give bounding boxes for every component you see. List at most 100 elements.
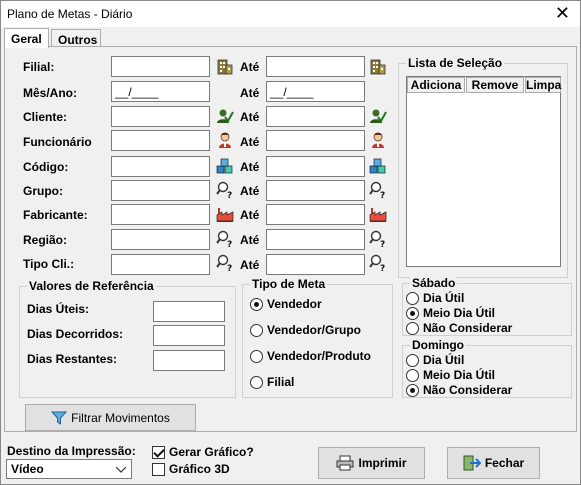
dialog-window: Plano de Metas - Diário ✕ Geral Outros F… (0, 0, 581, 485)
saturday-meio-dia-util-label: Meio Dia Útil (423, 306, 496, 320)
gerar-grafico-label: Gerar Gráfico? (169, 445, 254, 459)
funnel-icon (51, 411, 68, 425)
funcionario-to-input[interactable] (266, 130, 365, 151)
tipo-cli-to-input[interactable] (266, 254, 365, 275)
svg-text:?: ? (227, 191, 232, 199)
magnifier-question-icon[interactable]: ? (216, 181, 234, 199)
cliente-to-input[interactable] (266, 106, 365, 127)
svg-text:?: ? (227, 240, 232, 248)
user-check-icon[interactable] (216, 107, 234, 125)
filial-label: Filial: (23, 60, 55, 74)
person-icon[interactable] (216, 131, 234, 149)
goal-vendedor-produto-radio[interactable]: Vendedor/Produto (250, 349, 371, 363)
radio-empty-icon (250, 375, 263, 389)
saturday-dia-util-radio[interactable]: Dia Útil (406, 291, 464, 305)
list-remove-button[interactable]: Remove (466, 77, 524, 93)
goal-vendedor-produto-label: Vendedor/Produto (267, 349, 372, 363)
regiao-ate-label: Até (240, 233, 260, 247)
sunday-nao-considerar-radio[interactable]: Não Considerar (406, 383, 512, 397)
goal-vendedor-grupo-label: Vendedor/Grupo (267, 323, 362, 337)
mes-ano-label: Mês/Ano: (23, 86, 77, 100)
factory-icon[interactable] (369, 205, 387, 223)
saturday-group: Sábado Dia Útil Meio Dia Útil Não Consid… (402, 276, 572, 336)
dias-uteis-label: Dias Úteis: (27, 302, 90, 316)
codigo-from-input[interactable] (111, 156, 210, 177)
cliente-label: Cliente: (23, 110, 68, 124)
print-destination-label: Destino da Impressão: (7, 444, 136, 458)
svg-text:?: ? (380, 240, 385, 248)
fabricante-from-input[interactable] (111, 204, 210, 225)
window-title: Plano de Metas - Diário (7, 7, 133, 21)
radio-empty-icon (406, 321, 419, 335)
boxes-icon[interactable] (369, 157, 387, 175)
tab-geral[interactable]: Geral (4, 28, 49, 48)
sunday-meio-dia-util-radio[interactable]: Meio Dia Útil (406, 368, 495, 382)
goal-vendedor-radio[interactable]: Vendedor (250, 297, 322, 311)
saturday-dia-util-label: Dia Útil (423, 291, 465, 305)
dias-restantes-label: Dias Restantes: (27, 352, 118, 366)
radio-empty-icon (250, 349, 263, 363)
magnifier-question-icon[interactable]: ? (369, 181, 387, 199)
gerar-grafico-checkbox[interactable]: Gerar Gráfico? (152, 445, 254, 459)
grupo-from-input[interactable] (111, 180, 210, 201)
saturday-meio-dia-util-radio[interactable]: Meio Dia Útil (406, 306, 495, 320)
print-label: Imprimir (358, 456, 407, 470)
person-icon[interactable] (369, 131, 387, 149)
magnifier-question-icon[interactable]: ? (369, 230, 387, 248)
grupo-label: Grupo: (23, 184, 63, 198)
tipo-cli-label: Tipo Cli.: (23, 257, 75, 271)
grupo-to-input[interactable] (266, 180, 365, 201)
goal-type-title: Tipo de Meta (250, 277, 328, 291)
svg-text:?: ? (380, 264, 385, 272)
user-check-icon[interactable] (369, 107, 387, 125)
fabricante-to-input[interactable] (266, 204, 365, 225)
print-button[interactable]: Imprimir (318, 447, 425, 479)
building-icon[interactable] (369, 58, 387, 76)
sunday-dia-util-radio[interactable]: Dia Útil (406, 353, 464, 367)
reference-values-title: Valores de Referência (27, 279, 156, 293)
radio-empty-icon (406, 353, 419, 367)
dias-uteis-input[interactable] (153, 301, 225, 322)
selection-list-box[interactable]: Adiciona Remove Limpa (406, 76, 561, 267)
close-window-button[interactable]: ✕ (555, 3, 570, 23)
list-add-button[interactable]: Adiciona (407, 77, 465, 93)
dias-restantes-input[interactable] (153, 350, 225, 371)
tab-panel-geral: Filial: Até Mês/Ano: Até Cliente: (4, 46, 577, 432)
factory-icon[interactable] (216, 205, 234, 223)
regiao-from-input[interactable] (111, 229, 210, 250)
grafico-3d-checkbox[interactable]: Gráfico 3D (152, 462, 230, 476)
dias-decorridos-label: Dias Decorridos: (27, 327, 124, 341)
codigo-to-input[interactable] (266, 156, 365, 177)
radio-empty-icon (406, 291, 419, 305)
filial-to-input[interactable] (266, 56, 365, 77)
saturday-nao-considerar-radio[interactable]: Não Considerar (406, 321, 512, 335)
goal-type-group: Tipo de Meta Vendedor Vendedor/Grupo Ven… (242, 277, 393, 398)
close-button[interactable]: Fechar (447, 447, 540, 479)
reference-values-group: Valores de Referência Dias Úteis: Dias D… (19, 279, 236, 398)
goal-filial-radio[interactable]: Filial (250, 375, 294, 389)
mes-ano-to-input[interactable] (266, 81, 365, 102)
printer-icon (336, 455, 354, 471)
radio-empty-icon (406, 368, 419, 382)
regiao-to-input[interactable] (266, 229, 365, 250)
mes-ano-from-input[interactable] (111, 81, 210, 102)
filter-movements-button[interactable]: Filtrar Movimentos (25, 404, 196, 431)
checkbox-empty-icon (152, 462, 165, 476)
goal-vendedor-grupo-radio[interactable]: Vendedor/Grupo (250, 323, 361, 337)
magnifier-question-icon[interactable]: ? (216, 254, 234, 272)
tab-outros[interactable]: Outros (51, 29, 101, 47)
building-icon[interactable] (216, 58, 234, 76)
filial-from-input[interactable] (111, 56, 210, 77)
boxes-icon[interactable] (216, 157, 234, 175)
exit-icon (463, 455, 481, 471)
print-destination-select[interactable]: Vídeo (6, 459, 132, 479)
magnifier-question-icon[interactable]: ? (369, 254, 387, 272)
mes-ano-ate-label: Até (240, 86, 260, 100)
funcionario-from-input[interactable] (111, 130, 210, 151)
magnifier-question-icon[interactable]: ? (216, 230, 234, 248)
sunday-meio-dia-util-label: Meio Dia Útil (423, 368, 496, 382)
list-clear-button[interactable]: Limpa (525, 77, 561, 93)
dias-decorridos-input[interactable] (153, 325, 225, 346)
tipo-cli-from-input[interactable] (111, 254, 210, 275)
cliente-from-input[interactable] (111, 106, 210, 127)
